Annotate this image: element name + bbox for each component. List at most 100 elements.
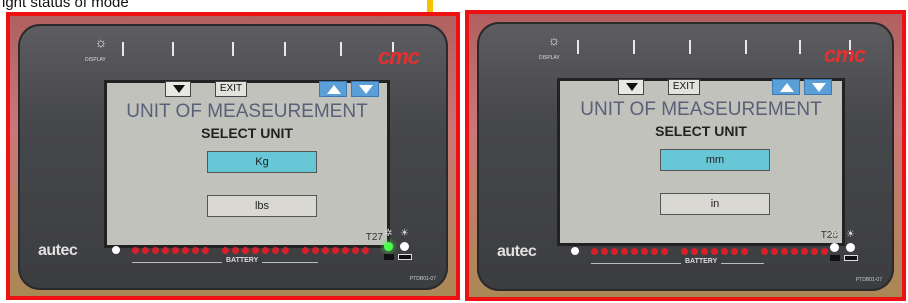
nav-down-button[interactable] bbox=[804, 79, 832, 95]
battery-led bbox=[232, 247, 239, 254]
scroll-down-button[interactable] bbox=[165, 81, 191, 97]
battery-led bbox=[661, 248, 668, 255]
battery-led bbox=[192, 247, 199, 254]
battery-led bbox=[302, 247, 309, 254]
status-led bbox=[846, 243, 855, 252]
battery-led bbox=[701, 248, 708, 255]
battery-led bbox=[631, 248, 638, 255]
battery-led bbox=[641, 248, 648, 255]
battery-led bbox=[771, 248, 778, 255]
autec-brand: autec bbox=[38, 242, 78, 259]
battery-label: BATTERY bbox=[681, 258, 722, 265]
status-sun-icon: ☀ bbox=[400, 228, 409, 239]
led-ring-icon bbox=[112, 246, 120, 254]
battery-led bbox=[591, 248, 598, 255]
remote-device: ☼ DISPLAY cmc EXIT UNIT OF MEASEUREMENT … bbox=[18, 24, 448, 290]
tick-mark bbox=[577, 40, 579, 54]
top-caption: ight status of mode bbox=[2, 0, 129, 11]
status-sun-icon: ☀ bbox=[846, 229, 855, 240]
button-tick-row bbox=[577, 40, 851, 56]
status-led bbox=[400, 242, 409, 251]
scroll-down-button[interactable] bbox=[618, 79, 644, 95]
screen-subtitle: SELECT UNIT bbox=[655, 123, 747, 139]
remote-device: ☼ DISPLAY cmc EXIT UNIT OF MEASEUREMENT … bbox=[477, 22, 894, 291]
battery-led bbox=[761, 248, 768, 255]
tick-mark bbox=[633, 40, 635, 54]
battery-led bbox=[242, 247, 249, 254]
battery-led-row bbox=[112, 244, 382, 258]
battery-led bbox=[621, 248, 628, 255]
screen-title: UNIT OF MEASEUREMENT bbox=[580, 99, 822, 120]
status-indicators: ✲ ☀ bbox=[830, 229, 864, 275]
model-code: PTDB01-07 bbox=[855, 277, 882, 283]
brand-logo: cmc bbox=[824, 42, 866, 67]
autec-brand: autec bbox=[497, 243, 537, 260]
battery-led-row bbox=[571, 245, 841, 259]
screen-subtitle: SELECT UNIT bbox=[201, 125, 293, 141]
nav-down-button[interactable] bbox=[351, 81, 379, 97]
tick-mark bbox=[340, 42, 342, 56]
battery-led bbox=[222, 247, 229, 254]
unit-option-in[interactable]: in bbox=[660, 193, 770, 215]
status-led-green bbox=[384, 242, 393, 251]
tick-mark bbox=[799, 40, 801, 54]
button-tick-row bbox=[118, 42, 394, 58]
display-caption: DISPLAY bbox=[85, 57, 106, 63]
battery-label: BATTERY bbox=[222, 257, 263, 264]
status-led bbox=[830, 243, 839, 252]
led-ring-icon bbox=[571, 247, 579, 255]
battery-led bbox=[691, 248, 698, 255]
battery-led bbox=[651, 248, 658, 255]
battery-led bbox=[322, 247, 329, 254]
unit-option-mm[interactable]: mm bbox=[660, 149, 770, 171]
status-indicators: ✲ ☀ bbox=[384, 228, 418, 274]
model-code: PTDB01-07 bbox=[409, 276, 436, 282]
battery-led bbox=[182, 247, 189, 254]
battery-led bbox=[172, 247, 179, 254]
battery-led bbox=[721, 248, 728, 255]
battery-led bbox=[362, 247, 369, 254]
battery-led bbox=[262, 247, 269, 254]
battery-led bbox=[811, 248, 818, 255]
battery-led bbox=[711, 248, 718, 255]
battery-led bbox=[611, 248, 618, 255]
battery-led bbox=[601, 248, 608, 255]
exit-button[interactable]: EXIT bbox=[215, 81, 247, 97]
status-bar-icon bbox=[830, 255, 840, 261]
tick-mark bbox=[745, 40, 747, 54]
lcd-screen: EXIT UNIT OF MEASEUREMENT SELECT UNIT Kg… bbox=[104, 80, 390, 248]
unit-option-lbs[interactable]: lbs bbox=[207, 195, 317, 217]
battery-led bbox=[801, 248, 808, 255]
tick-mark bbox=[284, 42, 286, 56]
battery-led bbox=[132, 247, 139, 254]
left-photo-panel: ☼ DISPLAY cmc EXIT UNIT OF MEASEUREMENT … bbox=[6, 12, 460, 300]
battery-led bbox=[162, 247, 169, 254]
battery-led bbox=[731, 248, 738, 255]
battery-led bbox=[202, 247, 209, 254]
status-symbol-icon: ✲ bbox=[830, 229, 839, 240]
unit-option-kg[interactable]: Kg bbox=[207, 151, 317, 173]
battery-led bbox=[741, 248, 748, 255]
brand-logo: cmc bbox=[378, 44, 420, 69]
tick-mark bbox=[689, 40, 691, 54]
status-bar-icon bbox=[844, 255, 858, 261]
battery-led bbox=[312, 247, 319, 254]
tick-mark bbox=[122, 42, 124, 56]
device-footer: autec BATTERY ✲ ☀ PTDB01-07 bbox=[32, 228, 438, 282]
battery-led bbox=[152, 247, 159, 254]
tick-mark bbox=[232, 42, 234, 56]
screen-title: UNIT OF MEASEUREMENT bbox=[126, 101, 368, 122]
status-bar-icon bbox=[398, 254, 412, 260]
device-footer: autec BATTERY ✲ ☀ PTDB01-07 bbox=[491, 229, 884, 283]
battery-led bbox=[282, 247, 289, 254]
battery-divider bbox=[591, 263, 764, 264]
display-caption: DISPLAY bbox=[539, 55, 560, 61]
nav-up-button[interactable] bbox=[319, 81, 347, 97]
battery-led bbox=[821, 248, 828, 255]
battery-led bbox=[681, 248, 688, 255]
battery-led bbox=[272, 247, 279, 254]
lcd-screen: EXIT UNIT OF MEASEUREMENT SELECT UNIT mm… bbox=[557, 78, 845, 246]
nav-up-button[interactable] bbox=[772, 79, 800, 95]
exit-button[interactable]: EXIT bbox=[668, 79, 700, 95]
status-symbol-icon: ✲ bbox=[384, 228, 393, 239]
